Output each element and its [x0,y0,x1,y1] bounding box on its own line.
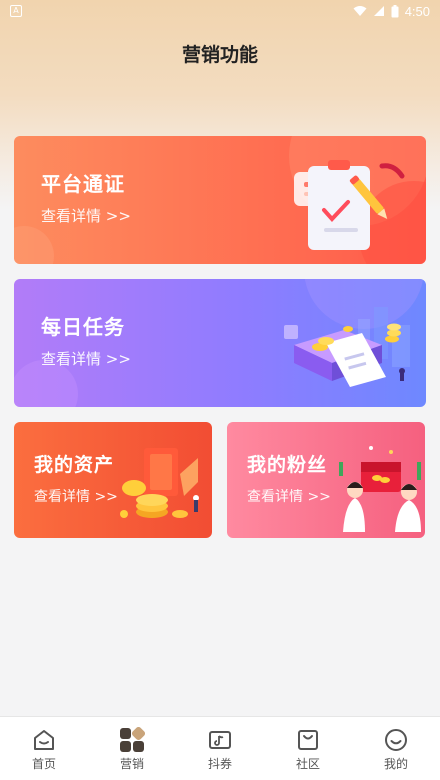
card-title: 我的粉丝 [247,454,328,476]
nav-item-profile[interactable]: 我的 [366,717,426,772]
my-assets-card[interactable]: 我的资产 查看详情 >> [14,422,212,538]
card-title: 平台通证 [41,172,125,196]
nav-item-marketing[interactable]: 营销 [102,717,162,772]
card-title: 每日任务 [41,315,125,339]
view-details-link[interactable]: 查看详情 >> [247,486,331,506]
signal-icon [373,6,384,16]
status-time: 4:50 [404,3,430,19]
community-bag-icon [298,730,318,750]
coins-wallet-icon [120,448,199,518]
marketing-grid-icon [120,727,145,752]
platform-token-card[interactable]: 平台通证 查看详情 >> [14,136,426,264]
wifi-icon [353,6,367,16]
nav-label: 社区 [295,757,320,771]
card-title: 我的资产 [34,454,115,476]
notification-app-icon: A [10,5,22,17]
nav-item-coupon[interactable]: 抖券 [190,717,250,772]
bottom-navigation: 首页 营销 抖券 社区 我的 [0,716,440,780]
receipt-printer-icon [284,307,410,387]
fans-celebration-icon [339,446,421,532]
view-details-link[interactable]: 查看详情 >> [41,348,131,369]
nav-label: 抖券 [207,757,232,771]
view-details-link[interactable]: 查看详情 >> [34,486,118,506]
status-bar: A 4:50 [0,0,440,22]
page-title: 营销功能 [181,44,258,66]
nav-label: 营销 [119,757,144,771]
home-icon [34,730,54,750]
nav-label: 我的 [383,757,408,771]
coupon-icon [209,731,231,749]
clipboard-pencil-icon [294,160,405,250]
nav-item-home[interactable]: 首页 [14,717,74,772]
battery-icon [391,4,399,17]
daily-task-card[interactable]: 每日任务 查看详情 >> [14,279,426,407]
nav-item-community[interactable]: 社区 [278,717,338,772]
view-details-link[interactable]: 查看详情 >> [41,205,131,226]
nav-label: 首页 [31,757,56,771]
smile-profile-icon [385,729,407,751]
my-fans-card[interactable]: 我的粉丝 查看详情 >> [227,422,425,538]
